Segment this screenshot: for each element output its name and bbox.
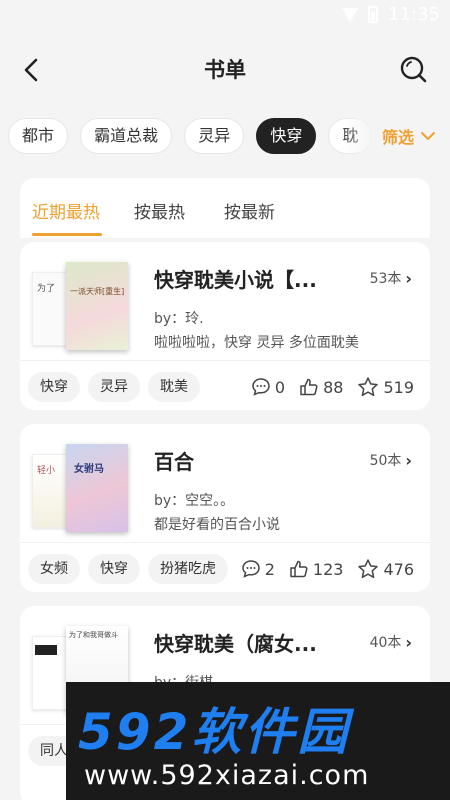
booklist-title: 百合: [154, 450, 194, 474]
tab-newest[interactable]: 按最新: [224, 198, 275, 223]
booklist-cover: 轻小 女驸马: [32, 440, 150, 534]
tag[interactable]: 扮猪吃虎: [148, 554, 228, 584]
like-stat[interactable]: 123: [289, 559, 343, 579]
star-icon: [358, 377, 379, 397]
booklist-author: by：空空。。: [154, 493, 235, 509]
watermark-url: www.592xiazai.com: [84, 760, 370, 791]
booklist-card[interactable]: 为了 一派天师[重生] 快穿耽美小说【... 53本 › by：玲. 啦啦啦啦，快…: [20, 242, 430, 410]
chevron-down-icon: [421, 132, 435, 140]
search-icon[interactable]: [398, 54, 428, 84]
star-icon: [358, 559, 379, 579]
star-stat[interactable]: 519: [357, 376, 414, 398]
like-stat[interactable]: 88: [299, 377, 343, 397]
cover-front-book: 一派天师[重生]: [66, 262, 128, 350]
comment-stat[interactable]: 0: [251, 377, 285, 397]
booklist-cover: 为了 一派天师[重生]: [32, 258, 150, 352]
star-stat[interactable]: 476: [357, 558, 414, 580]
booklist-stats: 0 88 519: [251, 376, 414, 398]
page-title: 书单: [204, 58, 246, 82]
comment-icon: [241, 560, 260, 578]
chevron-right-icon: ›: [405, 268, 412, 288]
thumb-up-icon: [290, 560, 308, 578]
chip-lingyi[interactable]: 灵异: [184, 118, 245, 154]
tab-most-hot[interactable]: 按最热: [134, 198, 185, 223]
status-time: 11:35: [388, 4, 440, 25]
booklist-stats: 2 123 476: [241, 558, 414, 580]
booklist-author: by：玲.: [154, 311, 204, 327]
tag[interactable]: 女频: [28, 554, 80, 584]
header: 书单: [0, 40, 450, 100]
watermark-brand: 592软件园: [78, 703, 351, 761]
wifi-icon: [342, 7, 359, 22]
chips-fade: [340, 116, 380, 158]
divider: [20, 360, 430, 361]
booklist-tags: 快穿 灵异 耽美: [28, 372, 200, 402]
cover-front-book: 女驸马: [66, 444, 128, 532]
sort-tabs: 近期最热 按最热 按最新: [20, 178, 430, 238]
thumb-up-icon: [300, 378, 318, 396]
booklist-count[interactable]: 40本 ›: [370, 632, 412, 652]
tag[interactable]: 灵异: [88, 372, 140, 402]
chip-kuaichuan[interactable]: 快穿: [256, 118, 317, 154]
booklist-title: 快穿耽美（腐女...: [154, 632, 317, 656]
active-tab-indicator: [32, 233, 102, 236]
filter-label: 筛选: [381, 128, 414, 147]
booklist-desc: 都是好看的百合小说: [154, 517, 280, 533]
comment-stat[interactable]: 2: [241, 559, 275, 579]
booklist-desc: 啦啦啦啦，快穿 灵异 多位面耽美: [154, 335, 359, 351]
divider: [20, 542, 430, 543]
tag[interactable]: 快穿: [88, 554, 140, 584]
tag[interactable]: 快穿: [28, 372, 80, 402]
chip-badaozongcai[interactable]: 霸道总裁: [80, 118, 173, 154]
chip-dushi[interactable]: 都市: [8, 118, 69, 154]
booklist-card[interactable]: 轻小 女驸马 百合 50本 › by：空空。。 都是好看的百合小说 女频 快穿 扮…: [20, 424, 430, 592]
comment-icon: [252, 378, 270, 396]
filter-button[interactable]: 筛选: [382, 124, 436, 148]
tag[interactable]: 耽美: [148, 372, 200, 402]
status-bar: 11:35: [0, 0, 450, 32]
chevron-right-icon: ›: [405, 632, 412, 652]
status-icons: 11:35: [342, 4, 440, 25]
booklist-count[interactable]: 53本 ›: [370, 268, 412, 288]
chevron-right-icon: ›: [405, 450, 412, 470]
tab-recent-hot[interactable]: 近期最热: [32, 198, 100, 223]
category-chips: 都市 霸道总裁 灵异 快穿 耽: [8, 118, 373, 156]
watermark: 592软件园 www.592xiazai.com: [66, 682, 450, 800]
booklist-title: 快穿耽美小说【...: [154, 268, 317, 292]
booklist-count[interactable]: 50本 ›: [370, 450, 412, 470]
booklist-tags: 女频 快穿 扮猪吃虎: [28, 554, 228, 584]
battery-icon: [368, 6, 379, 23]
